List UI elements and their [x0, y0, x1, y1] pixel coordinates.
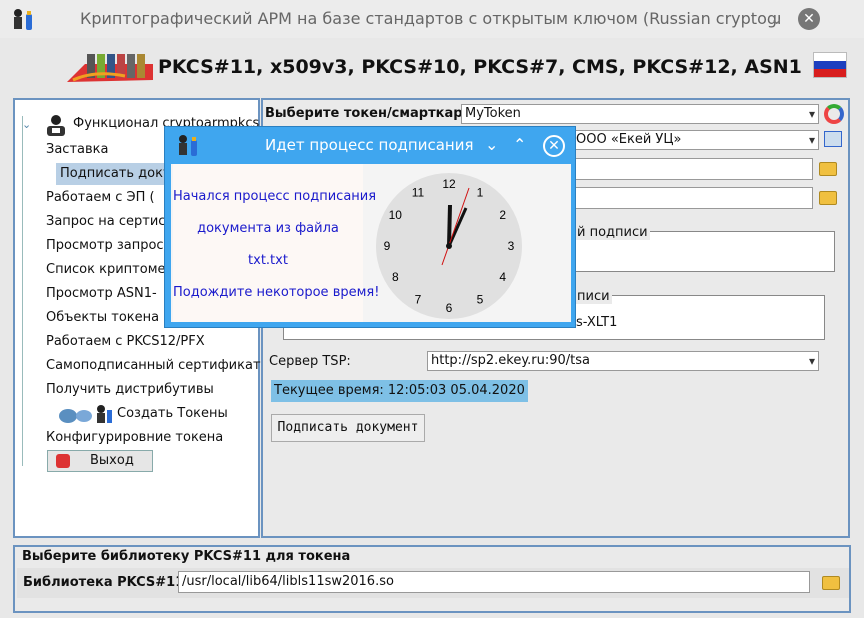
chevron-down-icon[interactable]: ⌄ — [485, 135, 498, 154]
dialog-message-line: Подождите некоторое время! — [173, 285, 380, 300]
clock-number: 7 — [415, 293, 422, 307]
tree-item-work-with-signature[interactable]: Работаем с ЭП ( — [46, 187, 155, 209]
power-icon — [56, 454, 70, 468]
pkcs-logo-icon — [65, 50, 155, 84]
exit-button[interactable]: Выход — [47, 450, 153, 472]
folder-open-icon[interactable] — [819, 191, 837, 205]
clock-number: 5 — [477, 293, 484, 307]
tsp-server-select[interactable]: http://sp2.ekey.ru:90/tsa ▾ — [427, 351, 819, 371]
dialog-message: Начался процесс подписания документа из … — [173, 164, 380, 322]
sign-document-button[interactable]: Подписать документ — [271, 414, 425, 442]
signature-format-value[interactable]: s-XLT1 — [576, 315, 617, 330]
library-label: Библиотека PKCS#11: — [23, 575, 190, 590]
signature-format-group-label: писи — [575, 289, 612, 304]
folder-open-icon[interactable] — [819, 162, 837, 176]
clock-icon: 121234567891011 — [376, 173, 522, 319]
clock-number: 9 — [384, 239, 391, 253]
clock-number: 10 — [389, 208, 403, 222]
tree-item-crypto-list[interactable]: Список криптоме — [46, 259, 166, 281]
clock-number: 4 — [499, 270, 506, 284]
header-title: PKCS#11, x509v3, PKCS#10, PKCS#7, CMS, P… — [158, 56, 802, 78]
cloud-tokens-icon — [58, 404, 114, 428]
clock-number: 6 — [446, 301, 453, 315]
library-path-field[interactable]: /usr/local/lib64/libls11sw2016.so — [178, 571, 810, 593]
tree-item-create-tokens[interactable]: Создать Токены — [117, 403, 228, 425]
app-icon — [175, 134, 201, 162]
clock-number: 8 — [392, 270, 399, 284]
tree-item-token-objects[interactable]: Объекты токена — [46, 307, 159, 329]
tree-item-view-request[interactable]: Просмотр запрос — [46, 235, 164, 257]
dialog-message-line: txt.txt — [248, 253, 288, 268]
chevron-down-icon: ▾ — [808, 354, 815, 368]
tree-connector — [22, 116, 23, 466]
folder-open-icon[interactable] — [822, 576, 840, 590]
tree-item-self-signed-cert[interactable]: Самоподписанный сертификат — [46, 355, 261, 377]
refresh-icon[interactable] — [824, 104, 844, 124]
tree-collapse-icon[interactable]: ⌄ — [22, 118, 31, 131]
clock-number: 12 — [442, 177, 456, 191]
library-section-label: Выберите библиотеку PKCS#11 для токена — [22, 549, 351, 564]
tree-item-get-distributions[interactable]: Получить дистрибутивы — [46, 379, 214, 401]
dialog-body: Начался процесс подписания документа из … — [171, 164, 571, 322]
user-icon — [44, 114, 68, 140]
chevron-down-icon: ▾ — [808, 133, 815, 147]
dialog-close-button[interactable]: ✕ — [543, 135, 565, 157]
chevron-up-icon[interactable]: ⌃ — [513, 135, 526, 154]
clock-number: 1 — [477, 185, 484, 199]
window-title: Криптографический АРМ на базе стандартов… — [80, 9, 780, 28]
tree-item-view-asn1[interactable]: Просмотр ASN1- — [46, 283, 157, 305]
dialog-message-line: документа из файла — [197, 221, 339, 236]
tree-item-configure-token[interactable]: Конфигурировние токена — [46, 427, 223, 449]
signature-type-group-label: й подписи — [575, 225, 650, 240]
clock-number: 3 — [508, 239, 515, 253]
token-select[interactable]: MyToken ▾ — [461, 104, 819, 124]
current-time-label: Текущее время: 12:05:03 05.04.2020 — [271, 380, 528, 402]
clock-number: 2 — [499, 208, 506, 222]
signing-progress-dialog: Идет процесс подписания ⌄ ⌃ ✕ Начался пр… — [164, 126, 576, 328]
russian-flag-icon[interactable] — [813, 52, 847, 78]
exit-label: Выход — [90, 453, 134, 468]
certificate-view-icon[interactable] — [824, 131, 842, 147]
tsp-server-value: http://sp2.ekey.ru:90/tsa — [431, 353, 591, 368]
close-window-button[interactable]: ✕ — [798, 8, 820, 30]
tree-item-splash[interactable]: Заставка — [46, 139, 108, 161]
chevron-down-icon[interactable]: ⌄ — [770, 9, 783, 28]
token-label: Выберите токен/смарткарту: — [265, 106, 484, 121]
dialog-message-line: Начался процесс подписания — [173, 189, 377, 204]
app-icon — [10, 8, 36, 32]
tsp-label: Сервер TSP: — [269, 354, 351, 369]
clock-number: 11 — [412, 185, 425, 199]
tree-item-pkcs12[interactable]: Работаем с PKCS12/PFX — [46, 331, 205, 353]
chevron-down-icon: ▾ — [808, 107, 815, 121]
tree-item-cert-request[interactable]: Запрос на сертис — [46, 211, 165, 233]
tree-item-sign-document[interactable]: Подписать докум — [56, 163, 180, 185]
dialog-title: Идет процесс подписания — [265, 136, 474, 154]
token-select-value: MyToken — [465, 106, 521, 121]
certificate-select-value: ООО «Екей УЦ» — [576, 132, 682, 147]
